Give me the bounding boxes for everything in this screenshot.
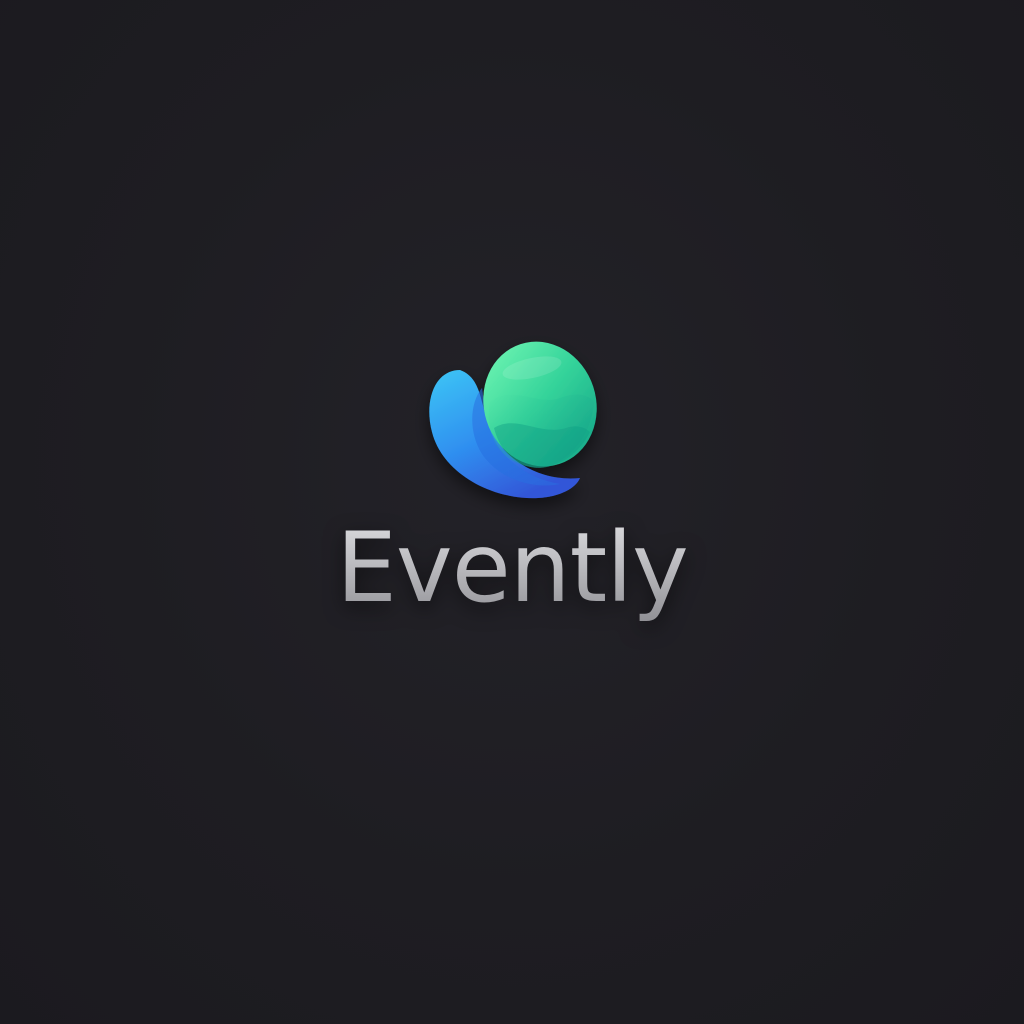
blue-green-orb-icon — [420, 332, 604, 508]
brand-wordmark: Evently — [0, 508, 1024, 628]
splash-screen: Evently — [0, 0, 1024, 1024]
